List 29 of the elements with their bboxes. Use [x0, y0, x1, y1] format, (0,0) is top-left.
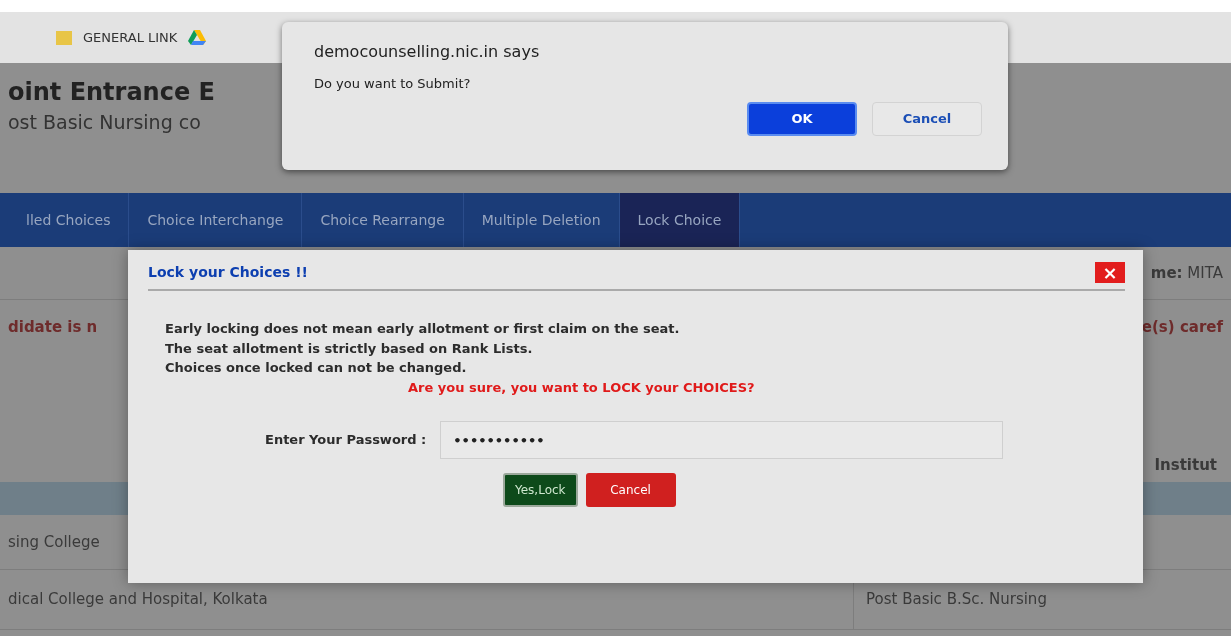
alert-message: Do you want to Submit? [314, 75, 472, 93]
bookmark-link[interactable]: GENERAL LINK [83, 27, 178, 48]
table-cell-text: sing College [8, 531, 100, 553]
notice-line: Choices once locked can not be changed. [165, 359, 468, 377]
ok-button[interactable]: OK [747, 101, 857, 136]
confirmation-question: Are you sure, you want to LOCK your CHOICES? [407, 378, 756, 397]
page-subheading: ost Basic Nursing co [8, 110, 201, 136]
password-label: Enter Your Password : [265, 431, 427, 450]
nav-tab[interactable]: Choice Interchange [129, 193, 303, 247]
candidate-name: me: MITA [1150, 262, 1223, 284]
triangle-logo-icon[interactable] [187, 29, 208, 46]
table-cell-text: dical College and Hospital, Kolkata [8, 589, 268, 611]
confirm-button[interactable]: Yes,Lock [503, 473, 578, 507]
cancel-button[interactable]: Cancel [872, 101, 982, 136]
notice-line: Early locking does not mean early allotment or first claim on the seat. [165, 320, 681, 338]
column-heading: Institut [1154, 454, 1217, 476]
password-field[interactable]: ••••••••••• [440, 421, 1004, 459]
close-button[interactable]: × [1095, 262, 1125, 283]
page-heading: oint Entrance E [8, 77, 215, 108]
cancel-button[interactable]: Cancel [585, 473, 676, 507]
nav-tab[interactable]: Choice Rearrange [302, 193, 464, 247]
nav-tab[interactable]: lled Choices [8, 193, 130, 247]
notice-text: e(s) caref [1141, 317, 1223, 339]
notice-text: didate is n [8, 317, 98, 339]
alert-title: democounselling.nic.in says [314, 41, 541, 63]
modal-title: Lock your Choices !! [148, 263, 308, 282]
nav-tab[interactable]: Lock Choice [619, 193, 741, 247]
nav-tab[interactable]: Multiple Deletion [463, 193, 620, 247]
notice-line: The seat allotment is strictly based on Rank Lists. [165, 339, 534, 358]
